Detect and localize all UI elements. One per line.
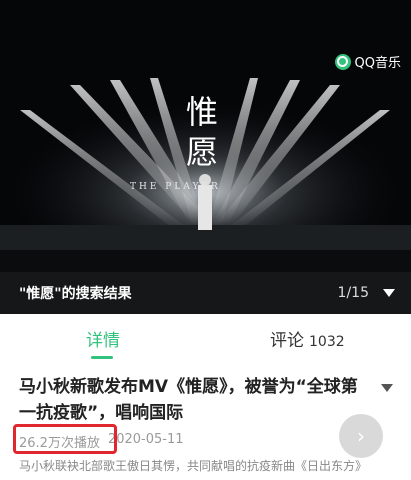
video-description: 马小秋联袂北部歌王傲日其愣，共同献唱的抗疫新曲《日出东方》 (19, 459, 368, 473)
triangle-down-icon[interactable] (383, 289, 395, 297)
search-result-title: "惟愿"的搜索结果 (19, 286, 132, 302)
tab-active-indicator (91, 356, 113, 359)
qq-music-badge: QQ音乐 (334, 52, 401, 71)
tab-comments[interactable]: 评论 1032 (270, 326, 345, 351)
tab-comments-label: 评论 (270, 331, 304, 351)
result-page-indicator: 1/15 (337, 285, 369, 301)
comments-count: 1032 (309, 334, 345, 350)
qq-music-icon (334, 53, 351, 70)
highlight-box (13, 424, 117, 454)
tab-detail[interactable]: 详情 (86, 326, 120, 351)
chevron-right-icon: › (357, 424, 365, 448)
tab-bar: 详情 评论 1032 (0, 314, 411, 362)
expand-chevron-icon[interactable] (381, 384, 393, 392)
mv-subtitle-overlay: THE PLAYER (130, 182, 221, 192)
next-button[interactable]: › (339, 414, 383, 458)
play-count: 26.2万次播放 (13, 424, 117, 454)
video-meta: 26.2万次播放 2020-05-11 (13, 424, 184, 454)
search-result-bar[interactable]: "惟愿"的搜索结果 1/15 (0, 272, 411, 314)
mv-title-overlay: 惟 愿 (185, 93, 218, 171)
video-player[interactable]: 惟 愿 THE PLAYER QQ音乐 (0, 0, 411, 272)
qq-music-label: QQ音乐 (354, 56, 401, 71)
publish-date: 2020-05-11 (107, 432, 184, 447)
video-headline: 马小秋新歌发布MV《惟愿》，被誉为“全球第一抗疫歌”，唱响国际 (19, 377, 358, 423)
